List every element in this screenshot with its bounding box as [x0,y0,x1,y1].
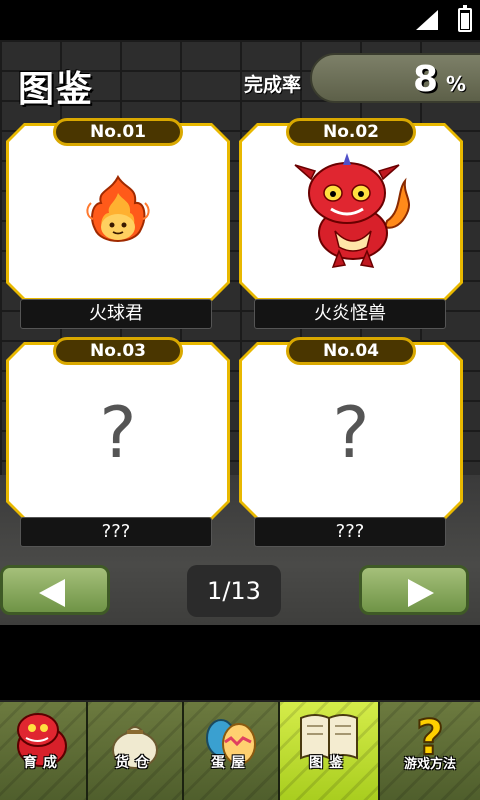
monster-card-03[interactable]: ? [6,342,230,520]
completion-rate-label: 完成率 [244,74,302,96]
tab-how-to-play[interactable]: ? 游戏方法 [380,702,480,800]
card-name: ??? [254,517,446,547]
prev-page-button[interactable] [0,565,110,615]
next-page-button[interactable] [359,565,469,615]
right-arrow-icon [408,579,434,607]
page-title: 图鉴 [18,69,95,110]
completion-rate-value: 8 [412,59,438,100]
card-number-badge: No.03 [53,337,183,365]
card-number-badge: No.04 [286,337,416,365]
tab-label: 图鉴 [309,755,349,771]
tab-label: 育成 [23,755,63,771]
tab-egg-house[interactable]: 蛋屋 [184,702,280,800]
status-bar [0,0,480,40]
signal-icon [416,10,438,30]
tab-label: 货仓 [115,755,155,771]
card-name: 火炎怪兽 [254,299,446,329]
left-arrow-icon [39,579,65,607]
fire-dragon-creature [294,153,410,268]
page-indicator: 1/13 [187,565,281,617]
completion-rate-box: 8 % [310,53,480,103]
card-number-badge: No.01 [53,118,183,146]
tab-label: 游戏方法 [403,757,456,772]
card-name: 火球君 [20,299,212,329]
unknown-placeholder: ? [332,392,370,474]
spacer [0,625,480,700]
collection-screen: 图鉴 完成率 8 % No.01 火球君 No.02 火炎怪兽 ? No.03 … [0,40,480,625]
tab-raise[interactable]: 育成 [0,702,88,800]
monster-card-04[interactable]: ? [239,342,463,520]
unknown-placeholder: ? [99,392,137,474]
tab-collection[interactable]: 图鉴 [280,702,380,800]
completion-rate-unit: % [445,72,466,96]
card-number-badge: No.02 [286,118,416,146]
tab-storage[interactable]: 货仓 [88,702,184,800]
monster-card-01[interactable] [6,123,230,301]
tab-label: 蛋屋 [211,755,251,771]
fireball-creature [86,174,150,242]
bottom-tab-bar: 育成 货仓 蛋屋 图鉴 ? 游戏方法 [0,700,480,800]
card-name: ??? [20,517,212,547]
battery-icon [458,5,472,32]
monster-card-02[interactable] [239,123,463,301]
